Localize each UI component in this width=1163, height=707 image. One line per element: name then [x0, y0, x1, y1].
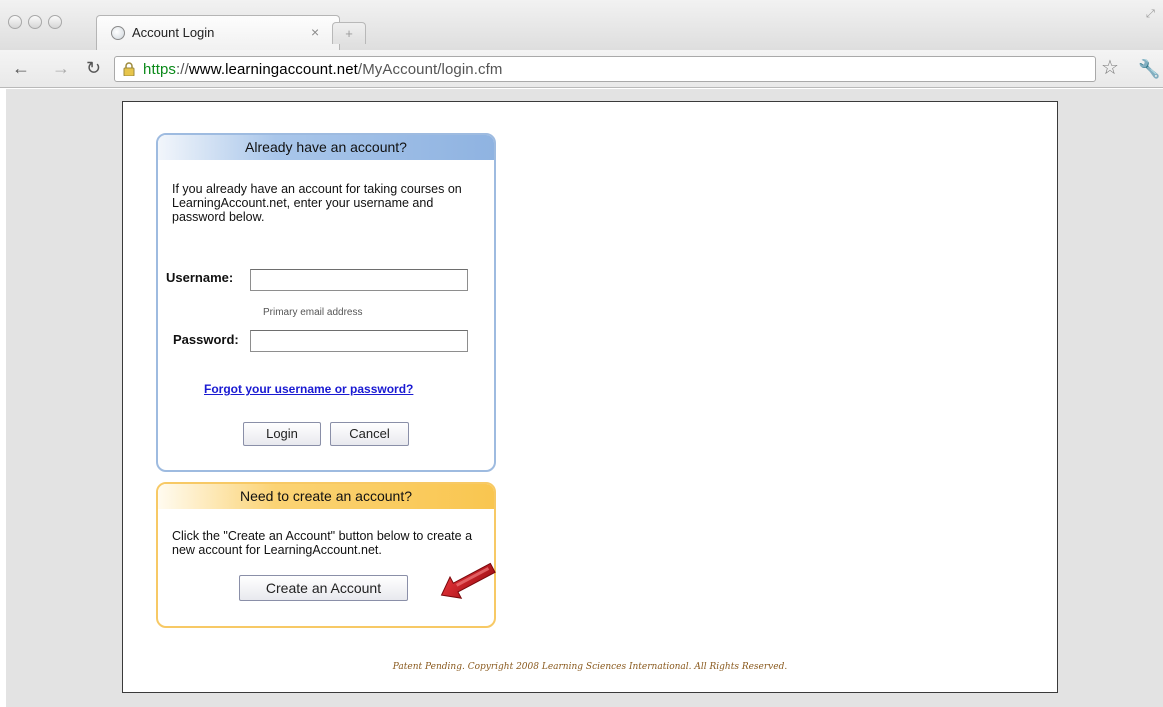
create-panel-header: Need to create an account?: [158, 484, 494, 509]
tab-close-icon[interactable]: ×: [311, 24, 319, 40]
login-panel: Already have an account? If you already …: [156, 133, 496, 472]
address-bar[interactable]: https://www.learningaccount.net/MyAccoun…: [114, 56, 1096, 82]
window-titlebar: Account Login × + ⤢: [0, 0, 1163, 50]
login-intro-text: If you already have an account for takin…: [172, 182, 462, 224]
cancel-button[interactable]: Cancel: [330, 422, 409, 446]
pointer-arrow-icon: [440, 562, 496, 599]
globe-icon: [111, 26, 125, 40]
url-scheme: https: [143, 61, 177, 78]
login-button[interactable]: Login: [243, 422, 321, 446]
url-separator: ://: [176, 61, 189, 78]
wrench-icon[interactable]: 🔧: [1138, 58, 1160, 80]
address-url: https://www.learningaccount.net/MyAccoun…: [143, 61, 502, 78]
close-window-icon[interactable]: [8, 15, 22, 29]
login-panel-title: Already have an account?: [245, 139, 407, 155]
login-panel-header: Already have an account?: [158, 135, 494, 160]
create-intro-text: Click the "Create an Account" button bel…: [172, 529, 473, 557]
forward-arrow-icon[interactable]: →: [52, 59, 70, 77]
url-host: www.learningaccount.net: [188, 61, 358, 78]
password-label: Password:: [173, 332, 239, 347]
forgot-credentials-link[interactable]: Forgot your username or password?: [204, 382, 413, 396]
back-arrow-icon[interactable]: ←: [12, 59, 30, 77]
username-input[interactable]: [250, 269, 468, 291]
lock-icon: [123, 62, 135, 76]
username-label: Username:: [166, 270, 234, 285]
new-tab-button[interactable]: +: [332, 22, 366, 44]
star-icon[interactable]: ☆: [1101, 57, 1119, 79]
copyright-footer: Patent Pending. Copyright 2008 Learning …: [392, 662, 788, 672]
create-panel-title: Need to create an account?: [239, 488, 412, 504]
minimize-window-icon[interactable]: [28, 15, 42, 29]
username-hint: Primary email address: [263, 307, 363, 318]
zoom-window-icon[interactable]: [48, 15, 62, 29]
tab-account-login[interactable]: Account Login ×: [96, 15, 340, 50]
url-path: /MyAccount/login.cfm: [357, 61, 503, 78]
tab-title: Account Login: [132, 25, 215, 40]
password-input[interactable]: [250, 330, 468, 352]
reload-icon[interactable]: ↻: [86, 59, 101, 77]
fullscreen-icon[interactable]: ⤢: [1146, 8, 1155, 21]
create-account-panel: Need to create an account? Click the "Cr…: [156, 482, 496, 628]
create-account-button[interactable]: Create an Account: [239, 575, 408, 601]
